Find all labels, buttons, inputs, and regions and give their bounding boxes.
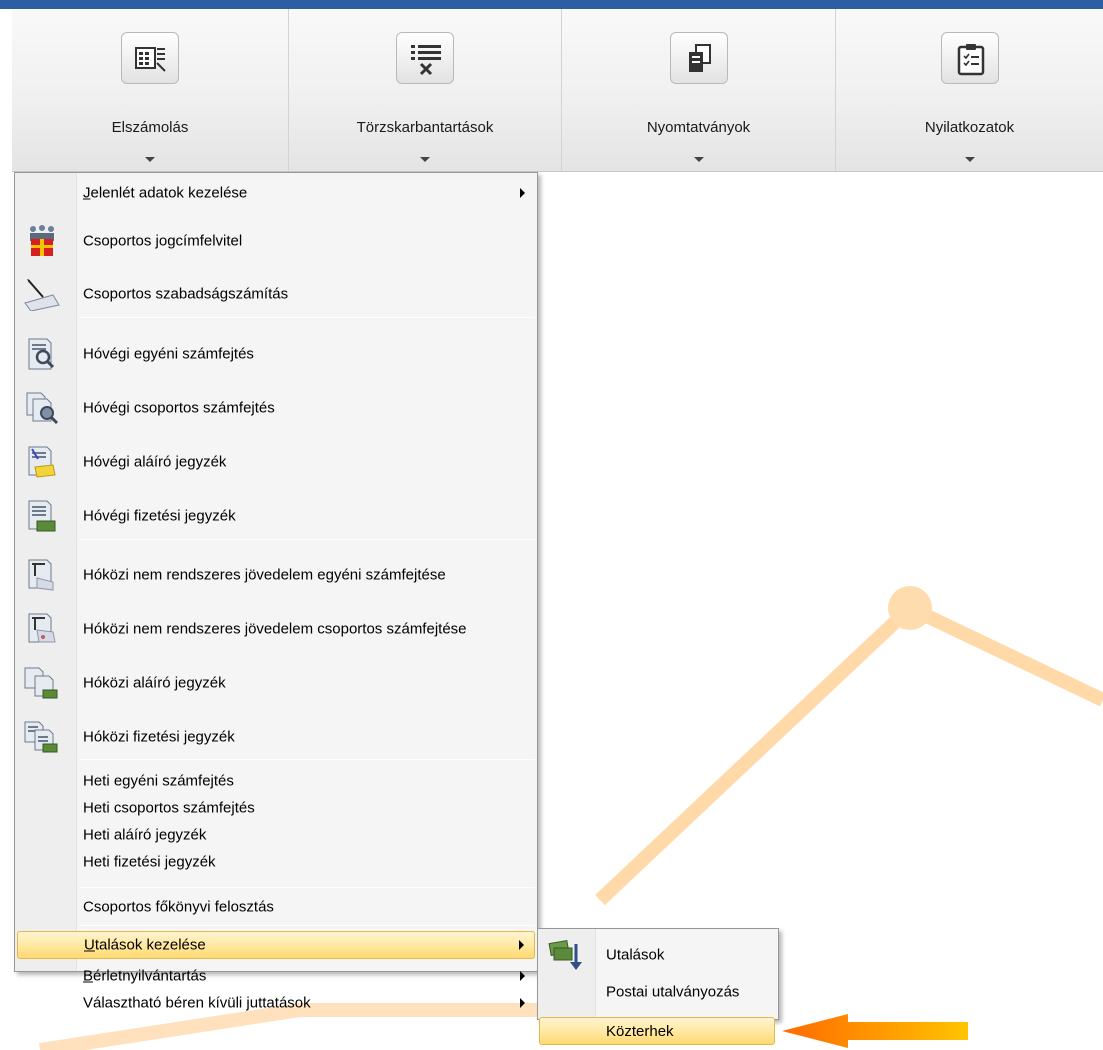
menu-item-label: Utalások kezelése xyxy=(84,936,206,954)
submenu-item-postai-utalvanyozas[interactable]: Postai utalványozás xyxy=(540,979,776,1005)
menu-item-heti-alairo-jegyzek[interactable]: Heti aláíró jegyzék xyxy=(17,822,535,848)
menu-item-jelenlet-adatok[interactable]: Jelenlét adatok kezelése xyxy=(17,180,535,206)
menu-item-label: Jelenlét adatok kezelése xyxy=(83,184,248,202)
documents-chart-icon xyxy=(23,612,61,646)
menu-item-label: Hóvégi aláíró jegyzék xyxy=(83,453,227,471)
submenu-item-label: Postai utalványozás xyxy=(606,983,740,1001)
submenu-item-label: Közterhek xyxy=(606,1023,674,1040)
menu-item-utalasok-kezelese[interactable]: Utalások kezelése xyxy=(17,931,535,959)
menu-item-label: Heti csoportos számfejtés xyxy=(83,799,255,817)
menu-item-label: Hóközi aláíró jegyzék xyxy=(83,674,226,692)
menu-item-label: Hóközi nem rendszeres jövedelem csoporto… xyxy=(83,620,467,638)
menu-separator xyxy=(79,925,535,926)
menu-item-hovegi-egyeni-szamfejtes[interactable]: Hóvégi egyéni számfejtés xyxy=(17,337,535,371)
menu-item-hovegi-csoportos-szamfejtes[interactable]: Hóvégi csoportos számfejtés xyxy=(17,391,535,425)
menu-item-hokozi-alairo-jegyzek[interactable]: Hóközi aláíró jegyzék xyxy=(17,666,535,700)
menu-item-label: Bérletnyilvántartás xyxy=(83,967,207,985)
document-signature-icon xyxy=(23,445,61,479)
pointer-arrow-icon xyxy=(782,1014,968,1048)
menu-item-label: Hóközi fizetési jegyzék xyxy=(83,728,235,746)
menu-item-label: Csoportos jogcímfelvitel xyxy=(83,232,243,250)
menu-item-csoportos-szabadsagszamitas[interactable]: Csoportos szabadságszámítás xyxy=(17,277,535,312)
menu-item-berletnyilvantartas[interactable]: Bérletnyilvántartás xyxy=(17,963,535,989)
menu-item-label: Hóvégi egyéni számfejtés xyxy=(83,345,254,363)
submenu-arrow-icon xyxy=(519,940,524,950)
window-top-accent-bar xyxy=(0,0,1103,9)
menu-item-label: Heti aláíró jegyzék xyxy=(83,826,207,844)
menu-separator xyxy=(79,317,535,318)
ribbon-label-nyomtatvanyok: Nyomtatványok xyxy=(646,119,751,136)
list-tools-icon xyxy=(396,32,454,84)
menu-item-hokozi-csoportos-szamfejtes[interactable]: Hóközi nem rendszeres jövedelem csoporto… xyxy=(17,612,535,646)
menu-separator xyxy=(79,539,535,540)
clipboard-checklist-icon xyxy=(940,32,999,84)
menu-item-label: Csoportos szabadságszámítás xyxy=(83,285,289,303)
submenu-arrow-icon xyxy=(520,998,525,1008)
menu-item-heti-fizetesi-jegyzek[interactable]: Heti fizetési jegyzék xyxy=(17,849,535,875)
ribbon-group-nyomtatvanyok[interactable]: Nyomtatványok xyxy=(561,9,835,171)
document-group-magnifier-icon xyxy=(23,391,61,425)
submenu-item-kozterhek[interactable]: Közterhek xyxy=(539,1017,775,1045)
chevron-down-icon xyxy=(964,157,975,162)
menu-item-label: Csoportos főkönyvi felosztás xyxy=(83,898,274,916)
ribbon-toolbar: Elszámolás Törzskarbantartások Nyomtatvá… xyxy=(12,9,1103,172)
ribbon-group-torzskarbantartasok[interactable]: Törzskarbantartások xyxy=(288,9,561,171)
money-transfer-icon xyxy=(548,938,586,972)
ribbon-label-torzskarbantartasok: Törzskarbantartások xyxy=(356,119,494,136)
menu-item-label: Választható béren kívüli juttatások xyxy=(83,994,311,1012)
ribbon-label-elszamolas: Elszámolás xyxy=(111,119,189,136)
menu-item-heti-egyeni-szamfejtes[interactable]: Heti egyéni számfejtés xyxy=(17,768,535,794)
chevron-down-icon xyxy=(693,157,704,162)
menu-separator xyxy=(79,887,535,888)
document-magnifier-icon xyxy=(23,337,61,371)
menu-item-hokozi-fizetesi-jegyzek[interactable]: Hóközi fizetési jegyzék xyxy=(17,720,535,754)
submenu-item-label: Utalások xyxy=(606,946,665,964)
chevron-down-icon xyxy=(420,157,430,162)
menu-item-heti-csoportos-szamfejtes[interactable]: Heti csoportos számfejtés xyxy=(17,795,535,821)
submenu-arrow-icon xyxy=(520,971,525,981)
menu-item-label: Hóközi nem rendszeres jövedelem egyéni s… xyxy=(83,566,446,584)
chevron-down-icon xyxy=(145,157,155,162)
menu-item-label: Hóvégi csoportos számfejtés xyxy=(83,399,275,417)
menu-separator xyxy=(79,759,535,760)
menu-item-label-rest: talások kezelése xyxy=(94,936,206,954)
calendar-pen-icon xyxy=(23,277,61,312)
documents-money-icon xyxy=(23,720,61,754)
submenu-arrow-icon xyxy=(520,188,525,198)
menu-item-label-rest: elenlét adatok kezelése xyxy=(90,184,248,202)
menu-item-label: Heti fizetési jegyzék xyxy=(83,853,216,871)
menu-item-csoportos-fokonyvi-felosztas[interactable]: Csoportos főkönyvi felosztás xyxy=(17,894,535,920)
menu-item-csoportos-jogcimfelvitel[interactable]: Csoportos jogcímfelvitel xyxy=(17,224,535,258)
calculator-list-icon xyxy=(121,32,179,84)
ribbon-group-nyilatkozatok[interactable]: Nyilatkozatok xyxy=(835,9,1103,171)
documents-signature-icon xyxy=(23,666,61,700)
submenu-item-utalasok[interactable]: Utalások xyxy=(540,937,776,973)
menu-item-label: Hóvégi fizetési jegyzék xyxy=(83,507,236,525)
document-chart-icon xyxy=(23,558,61,592)
elszamolas-dropdown-menu: Jelenlét adatok kezelése Csoportos jogcí… xyxy=(14,172,538,1012)
menu-item-hokozi-egyeni-szamfejtes[interactable]: Hóközi nem rendszeres jövedelem egyéni s… xyxy=(17,558,535,592)
menu-item-valaszthato-beren-kivuli-juttatasok[interactable]: Választható béren kívüli juttatások xyxy=(17,990,535,1016)
utalasok-submenu: Utalások Postai utalványozás xyxy=(537,928,779,1020)
ribbon-group-elszamolas[interactable]: Elszámolás xyxy=(12,9,288,171)
group-gift-icon xyxy=(23,224,61,258)
menu-item-label-rest: érletnyilvántartás xyxy=(93,967,207,985)
menu-item-label: Heti egyéni számfejtés xyxy=(83,772,234,790)
documents-icon xyxy=(669,32,728,84)
ribbon-label-nyilatkozatok: Nyilatkozatok xyxy=(924,119,1015,136)
menu-item-hovegi-alairo-jegyzek[interactable]: Hóvégi aláíró jegyzék xyxy=(17,445,535,479)
document-money-icon xyxy=(23,499,61,533)
menu-item-hovegi-fizetesi-jegyzek[interactable]: Hóvégi fizetési jegyzék xyxy=(17,499,535,533)
